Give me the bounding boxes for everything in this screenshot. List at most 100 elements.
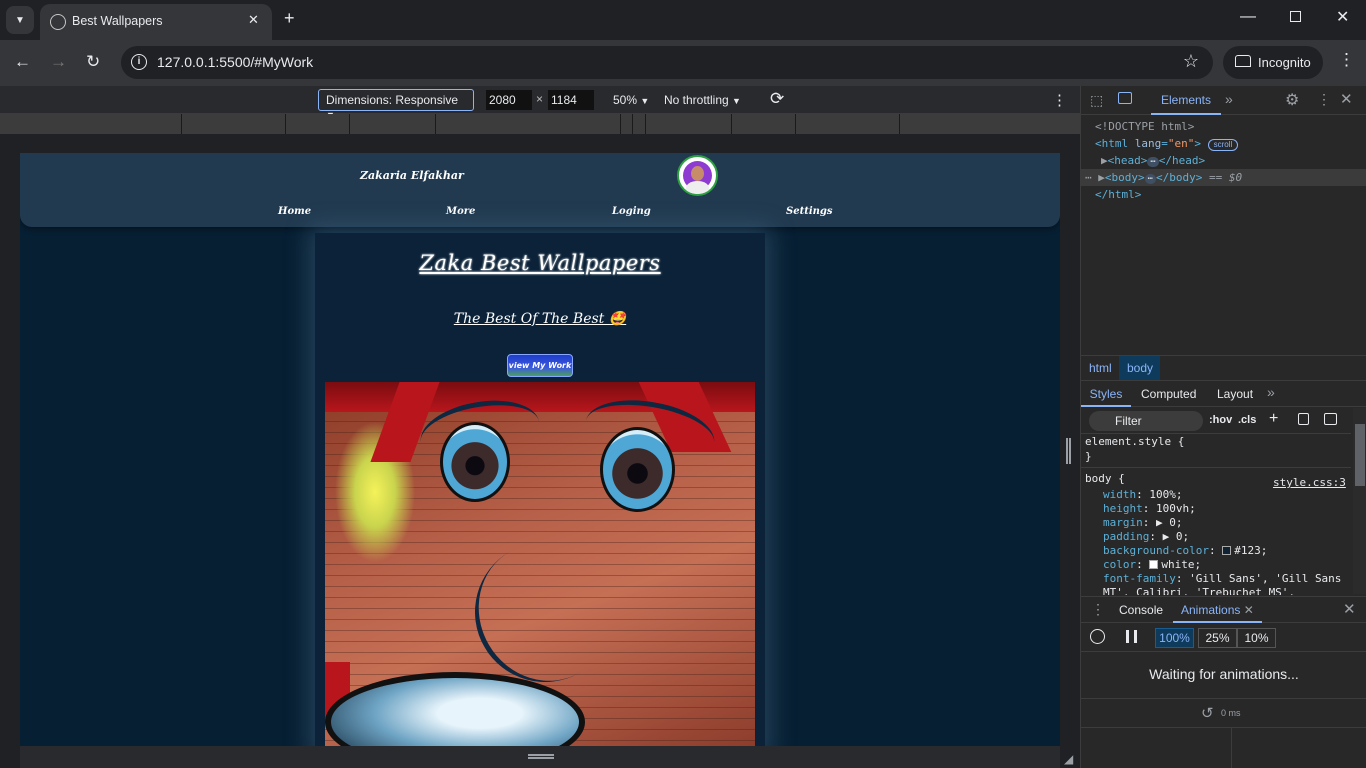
chevron-down-icon: ▼ bbox=[15, 14, 25, 26]
tab-computed[interactable]: Computed bbox=[1141, 387, 1196, 401]
styles-filter-input[interactable]: Filter bbox=[1089, 411, 1203, 431]
css-source-link[interactable]: style.css:3 bbox=[1273, 476, 1346, 489]
side-resize-grip[interactable] bbox=[1066, 438, 1071, 464]
hero-title: Zaka Best Wallpapers bbox=[419, 251, 661, 275]
url-text[interactable]: 127.0.0.1:5500/#MyWork bbox=[157, 54, 313, 70]
tab-styles[interactable]: Styles bbox=[1081, 381, 1131, 407]
nav-loging[interactable]: Loging bbox=[612, 206, 651, 217]
color-swatch[interactable] bbox=[1222, 546, 1232, 555]
site-info-icon[interactable]: i bbox=[131, 54, 147, 70]
clear-icon[interactable] bbox=[1090, 629, 1105, 644]
reload-button[interactable]: ↻ bbox=[86, 52, 100, 72]
nav-more[interactable]: More bbox=[446, 206, 475, 217]
tab-elements[interactable]: Elements bbox=[1151, 86, 1221, 115]
zoom-select[interactable]: 50% ▼ bbox=[613, 93, 649, 107]
avatar[interactable] bbox=[677, 155, 718, 196]
element-style-rule[interactable]: element.style { bbox=[1085, 435, 1184, 449]
head-node[interactable]: ▶<head> ⋯ </head> bbox=[1081, 152, 1366, 169]
devtools-menu-icon[interactable]: ⋮ bbox=[1317, 91, 1331, 108]
tab-animations[interactable]: Animations ✕ bbox=[1173, 597, 1262, 623]
color-swatch[interactable] bbox=[1149, 560, 1159, 569]
width-input[interactable]: 2080 bbox=[486, 90, 532, 110]
body-selector[interactable]: body { bbox=[1085, 472, 1125, 486]
more-options-icon[interactable]: ⋮ bbox=[1052, 91, 1067, 109]
throttling-value: No throttling bbox=[664, 93, 729, 107]
tab-layout[interactable]: Layout bbox=[1217, 387, 1253, 401]
minimize-button[interactable]: — bbox=[1240, 8, 1256, 26]
ruler-tick bbox=[349, 114, 350, 134]
speed-10-button[interactable]: 10% bbox=[1237, 628, 1276, 648]
view-my-work-button[interactable]: view My Work bbox=[507, 354, 573, 377]
device-toggle-icon[interactable] bbox=[1118, 92, 1132, 104]
more-tabs-icon[interactable]: » bbox=[1267, 384, 1275, 400]
speed-100-button[interactable]: 100% bbox=[1155, 628, 1194, 648]
drawer-close-icon[interactable]: ✕ bbox=[1343, 600, 1356, 618]
rotate-icon[interactable]: ⟳ bbox=[770, 89, 784, 109]
breadcrumb-html[interactable]: html bbox=[1089, 361, 1112, 375]
expand-triangle-icon[interactable]: ▶ bbox=[1098, 171, 1105, 184]
close-brace: } bbox=[1085, 450, 1092, 463]
css-declaration[interactable]: font-family: 'Gill Sans', 'Gill Sans bbox=[1085, 572, 1341, 586]
css-declaration[interactable]: margin: ▶ 0; bbox=[1085, 516, 1183, 530]
close-icon[interactable]: ✕ bbox=[1340, 90, 1353, 108]
css-declaration[interactable]: background-color: #123; bbox=[1085, 544, 1267, 558]
body-node[interactable]: ⋯ ▶<body> ⋯ </body> == $0 bbox=[1081, 169, 1366, 186]
chrome-menu-icon[interactable]: ⋮ bbox=[1338, 50, 1355, 70]
cls-toggle[interactable]: .cls bbox=[1238, 414, 1256, 426]
forward-button[interactable]: → bbox=[50, 52, 67, 72]
collapsed-ellipsis[interactable]: ⋯ bbox=[1144, 174, 1157, 184]
new-tab-button[interactable]: + bbox=[284, 8, 295, 29]
css-declaration[interactable]: padding: ▶ 0; bbox=[1085, 530, 1189, 544]
css-declaration-continued: MT', Calibri, 'Trebuchet MS', bbox=[1103, 586, 1296, 595]
dimensions-select[interactable]: Dimensions: Responsive ▼ bbox=[318, 89, 474, 120]
expand-triangle-icon[interactable]: ▶ bbox=[1101, 154, 1108, 167]
address-bar[interactable]: i 127.0.0.1:5500/#MyWork ☆ bbox=[121, 46, 1213, 79]
nav-settings[interactable]: Settings bbox=[786, 206, 833, 217]
css-declaration[interactable]: height: 100vh; bbox=[1085, 502, 1196, 516]
css-declaration[interactable]: color: white; bbox=[1085, 558, 1201, 572]
incognito-badge[interactable]: Incognito bbox=[1223, 46, 1323, 79]
collapsed-ellipsis[interactable]: ⋯ bbox=[1147, 157, 1159, 167]
sidebar-toggle-icon[interactable] bbox=[1324, 413, 1337, 425]
avatar-head bbox=[691, 166, 704, 181]
scroll-thumb[interactable] bbox=[1355, 424, 1365, 486]
back-button[interactable]: ← bbox=[14, 52, 31, 72]
html-close-node[interactable]: </html> bbox=[1081, 186, 1366, 203]
html-node[interactable]: <html lang="en"> scroll bbox=[1081, 135, 1366, 152]
tab-console[interactable]: Console bbox=[1119, 603, 1163, 617]
maximize-button[interactable] bbox=[1290, 11, 1301, 22]
scroll-badge[interactable]: scroll bbox=[1207, 139, 1239, 151]
paint-icon[interactable] bbox=[1298, 413, 1309, 425]
close-icon[interactable]: ✕ bbox=[1244, 603, 1254, 617]
replay-icon[interactable]: ↺ bbox=[1201, 704, 1214, 722]
css-declaration[interactable]: width: 100%; bbox=[1085, 488, 1183, 502]
corner-resize-icon[interactable]: ◢ bbox=[1064, 752, 1073, 766]
bookmark-star-icon[interactable]: ☆ bbox=[1183, 51, 1199, 72]
throttling-select[interactable]: No throttling ▼ bbox=[664, 93, 741, 107]
pause-icon[interactable] bbox=[1126, 630, 1137, 643]
gear-icon[interactable]: ⚙ bbox=[1285, 90, 1299, 110]
inspect-element-icon[interactable]: ⬚ bbox=[1090, 92, 1103, 109]
timeline-marker bbox=[1231, 728, 1232, 768]
browser-tab[interactable]: Best Wallpapers ✕ bbox=[40, 4, 272, 40]
tab-search-button[interactable]: ▼ bbox=[6, 6, 34, 34]
zoom-value: 50% bbox=[613, 93, 638, 107]
new-rule-icon[interactable]: + bbox=[1269, 410, 1278, 428]
nav-home[interactable]: Home bbox=[278, 206, 311, 217]
doctype-node[interactable]: <!DOCTYPE html> bbox=[1081, 118, 1366, 135]
drawer-menu-icon[interactable]: ⋮ bbox=[1091, 601, 1105, 618]
hov-toggle[interactable]: :hov bbox=[1209, 414, 1232, 426]
media-query-ruler[interactable] bbox=[0, 114, 1080, 134]
speed-25-button[interactable]: 25% bbox=[1198, 628, 1237, 648]
styles-scrollbar[interactable] bbox=[1353, 408, 1366, 594]
styles-tabbar: Styles Computed Layout » bbox=[1081, 380, 1366, 407]
window-close-button[interactable]: ✕ bbox=[1336, 7, 1349, 27]
more-tabs-icon[interactable]: » bbox=[1225, 91, 1233, 107]
devtools-tabbar: ⬚ Elements » ⚙ ⋮ ✕ bbox=[1081, 86, 1366, 115]
breadcrumb-body[interactable]: body bbox=[1119, 356, 1160, 380]
height-input[interactable]: 1184 bbox=[548, 90, 594, 110]
dimensions-label: Dimensions: Responsive bbox=[326, 93, 459, 107]
viewport-resize-handle[interactable] bbox=[20, 746, 1060, 768]
tab-close-icon[interactable]: ✕ bbox=[248, 12, 259, 28]
lang-value: "en" bbox=[1167, 137, 1195, 150]
